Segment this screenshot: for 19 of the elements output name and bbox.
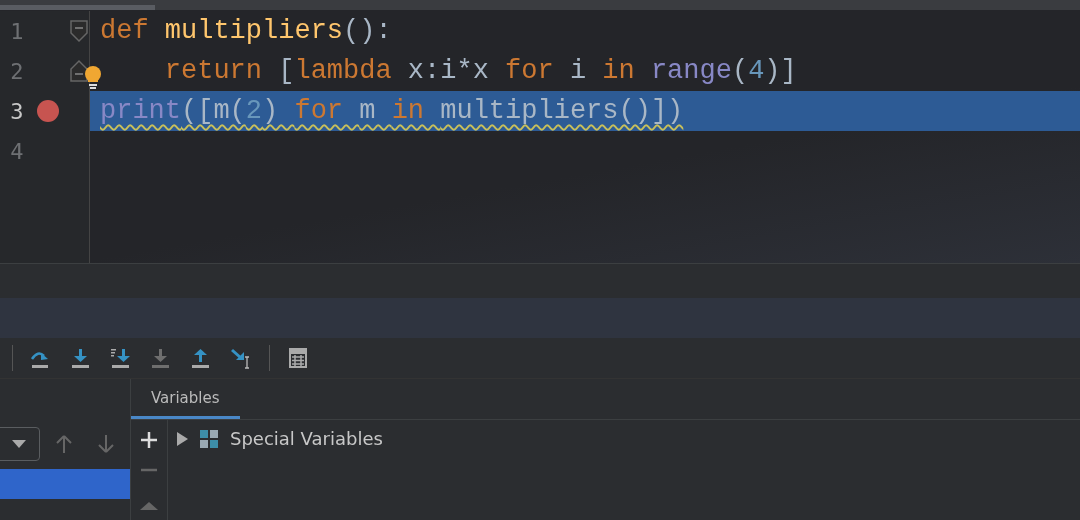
grid-icon bbox=[200, 429, 218, 448]
line-number: 2 bbox=[9, 58, 25, 84]
variable-name[interactable]: Special Variables bbox=[230, 428, 383, 449]
line-number: 3 bbox=[9, 98, 25, 124]
code-line: return [lambda x:i*x for i in range(4)] bbox=[163, 56, 797, 86]
thread-dropdown[interactable] bbox=[0, 427, 40, 461]
code-line: print([m(2) for m in multipliers()]) bbox=[100, 96, 684, 126]
add-icon[interactable] bbox=[141, 432, 157, 448]
variables-tab[interactable]: Variables bbox=[131, 379, 240, 419]
caret-icon bbox=[12, 440, 26, 448]
line-number: 4 bbox=[9, 138, 25, 164]
line-number: 1 bbox=[9, 18, 25, 44]
fold-icon[interactable] bbox=[69, 59, 89, 83]
triangle-up-icon[interactable] bbox=[140, 502, 158, 510]
expand-arrow-icon[interactable] bbox=[176, 431, 188, 446]
lightbulb-icon[interactable] bbox=[83, 65, 104, 89]
code-line: def multipliers(): bbox=[100, 16, 392, 46]
fold-icon[interactable] bbox=[69, 19, 89, 43]
breakpoint-icon[interactable] bbox=[37, 100, 60, 122]
